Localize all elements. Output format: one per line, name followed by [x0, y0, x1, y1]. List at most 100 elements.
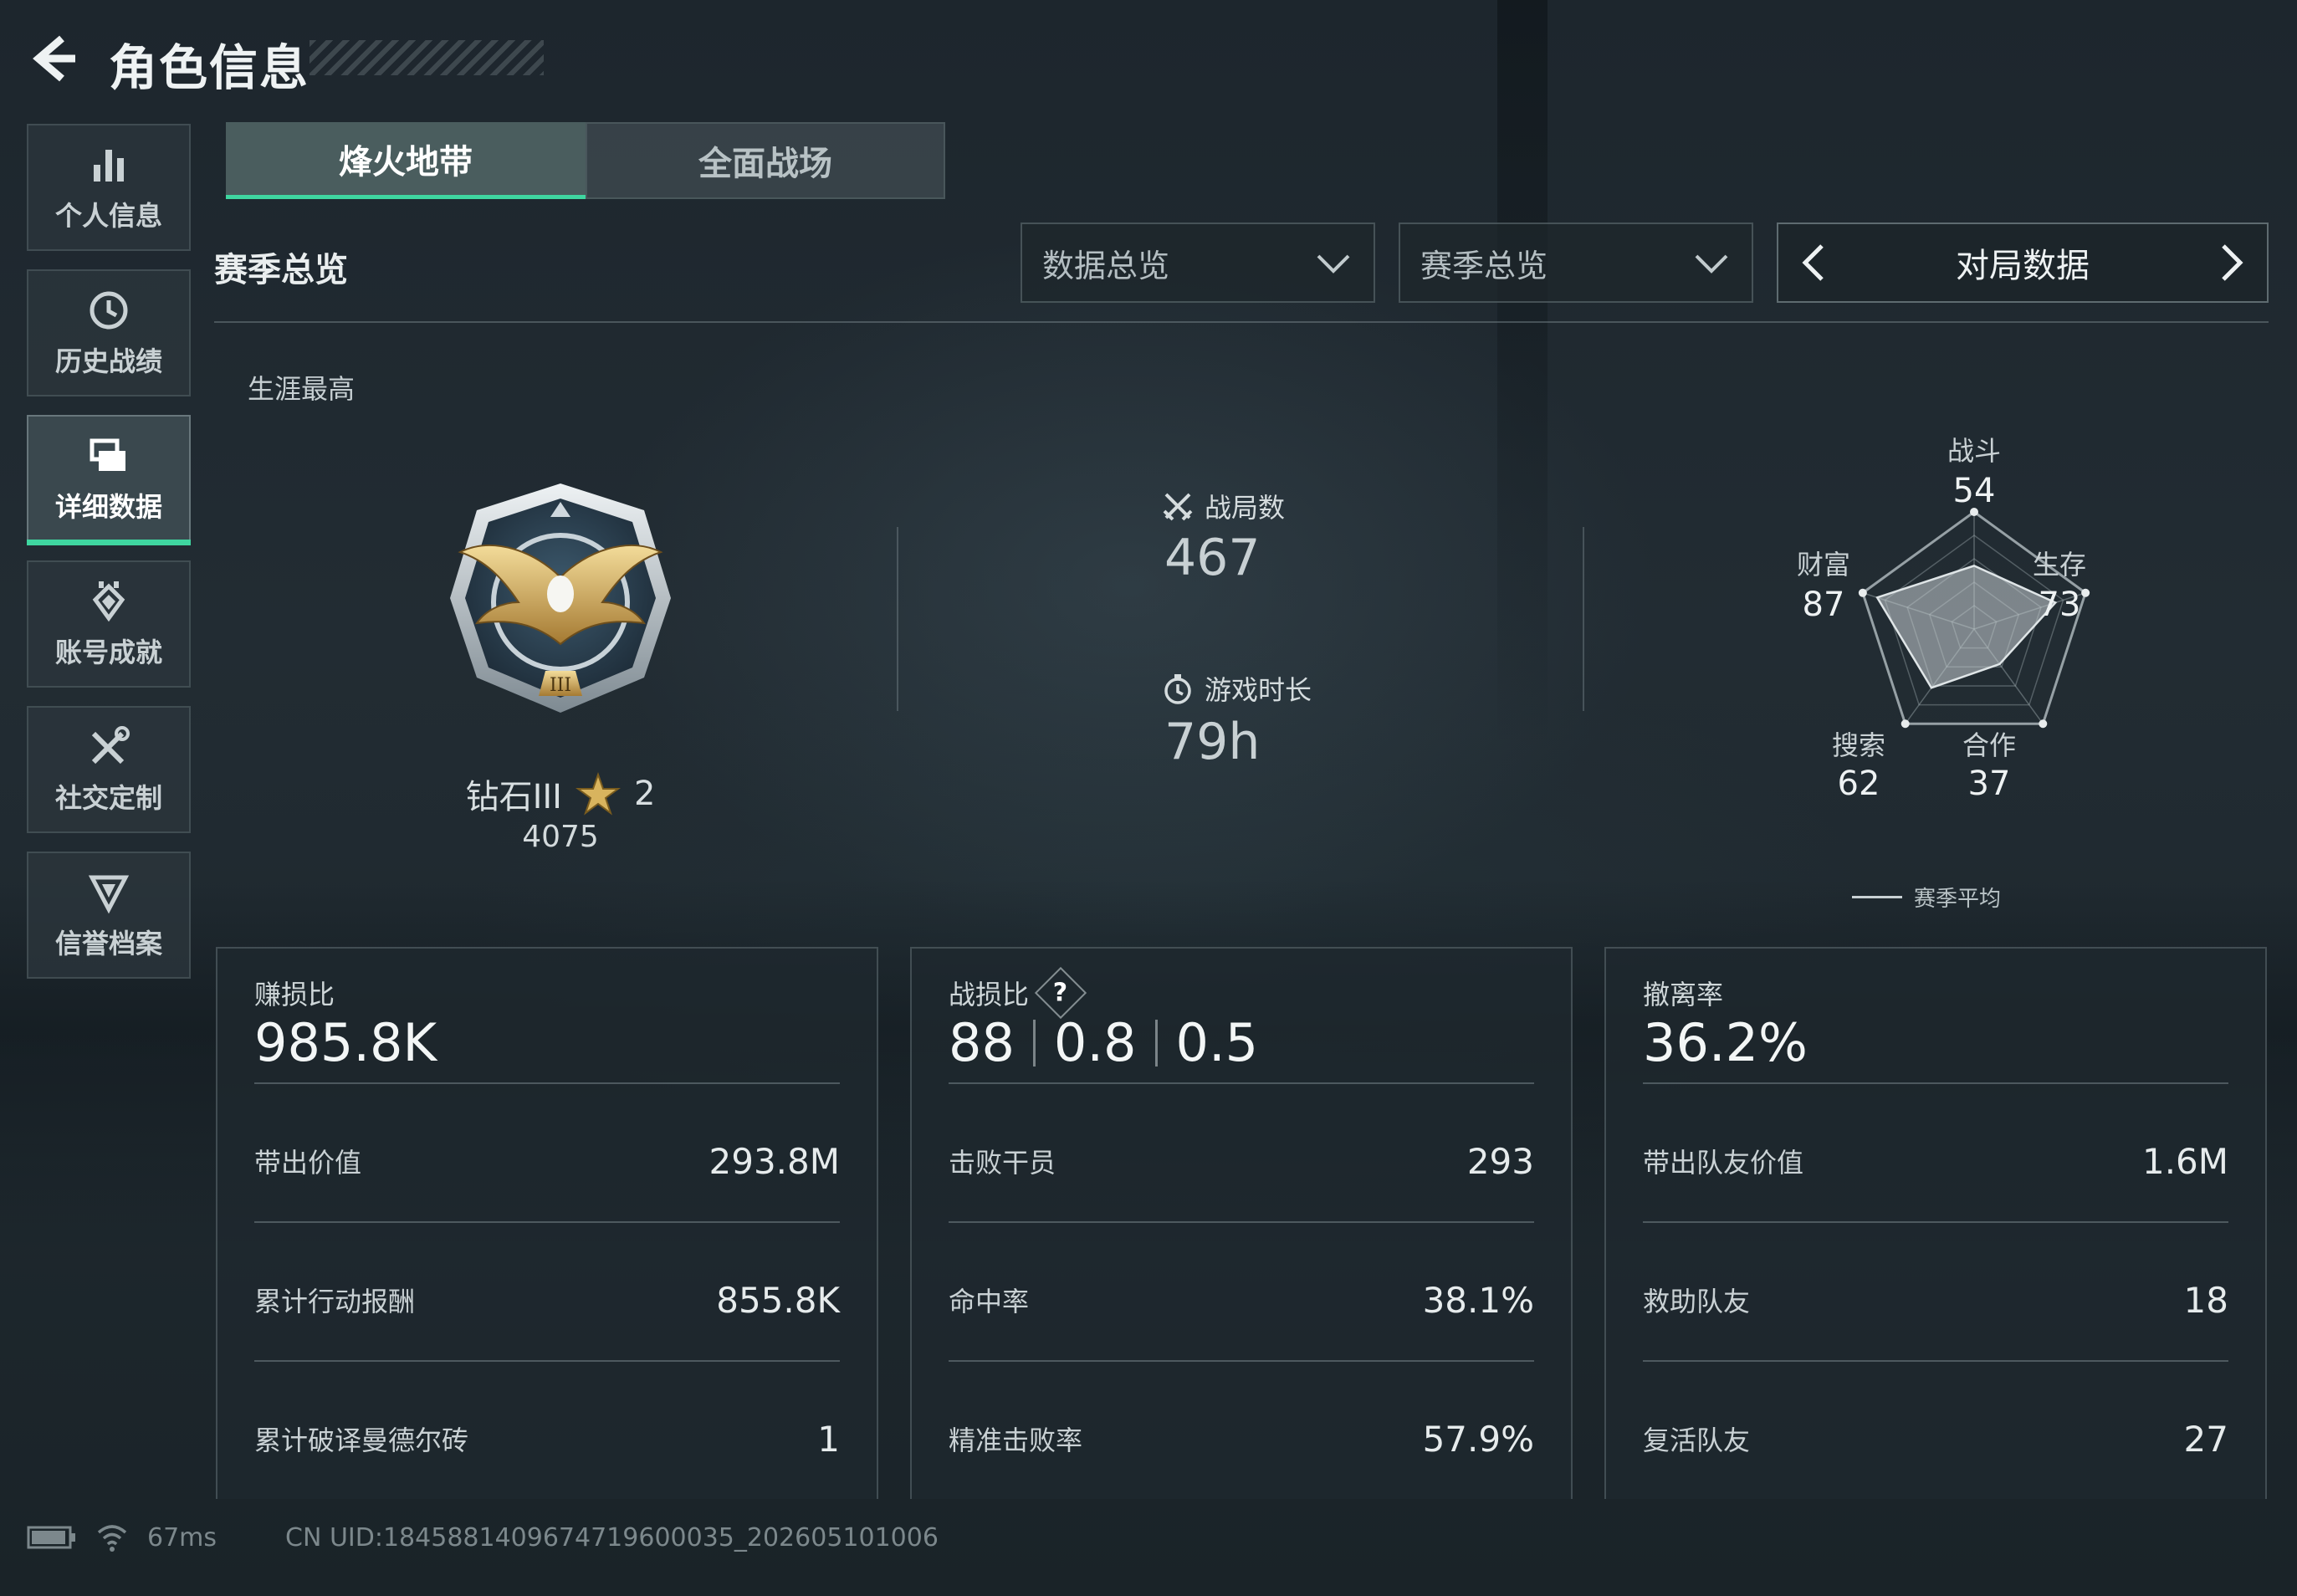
sidebar-item-achievements[interactable]: 账号成就 [27, 560, 191, 688]
sidebar-item-detail-data[interactable]: 详细数据 [27, 415, 191, 545]
legend-line [1852, 896, 1902, 898]
combat-value: 0.8 [1053, 1012, 1137, 1073]
chevron-left-icon[interactable] [1792, 239, 1839, 286]
stat-row: 击败干员 293 [949, 1136, 1534, 1186]
help-icon-text: ? [1053, 978, 1068, 1008]
wifi-icon [97, 1525, 127, 1552]
tab-full-battlefield[interactable]: 全面战场 [586, 122, 945, 199]
panel-divider [254, 1082, 840, 1084]
dropdown-value: 赛季总览 [1420, 247, 1548, 284]
stat-value: 18 [2183, 1279, 2228, 1321]
panel-divider [1643, 1360, 2228, 1362]
background-tower [1497, 0, 1548, 753]
stat-value: 27 [2183, 1418, 2228, 1460]
panel-divider [254, 1360, 840, 1362]
section-divider [214, 321, 2269, 323]
stat-key: 带出价值 [254, 1147, 362, 1179]
combat-ratio-values: 88 0.8 0.5 [949, 1012, 1258, 1073]
season-overview-dropdown[interactable]: 赛季总览 [1399, 223, 1753, 303]
radar-axis-label: 搜索 [1831, 729, 1885, 761]
stat-key: 累计行动报酬 [254, 1286, 416, 1317]
panel-label-text: 赚损比 [254, 979, 335, 1010]
radar-axis-value: 62 [1837, 765, 1880, 803]
stat-key: 命中率 [949, 1286, 1030, 1317]
pager-label: 对局数据 [1956, 247, 2090, 285]
section-title: 赛季总览 [214, 251, 348, 289]
title-decoration [310, 40, 544, 75]
value-separator [1154, 1019, 1158, 1067]
stat-value: 293.8M [709, 1140, 840, 1182]
extraction-rate-value: 36.2% [1643, 1012, 1808, 1073]
history-clock-icon [90, 291, 128, 330]
stat-row: 带出价值 293.8M [254, 1136, 840, 1186]
radar-axis-label: 财富 [1796, 549, 1850, 581]
stat-key: 救助队友 [1643, 1286, 1751, 1317]
playtime-value: 79h [1164, 713, 1261, 771]
profit-ratio-value: 985.8K [254, 1012, 437, 1073]
playtime-label: 游戏时长 [1205, 674, 1312, 706]
detail-data-icon [90, 438, 125, 471]
matches-label: 战局数 [1205, 492, 1286, 524]
stat-row: 精准击败率 57.9% [949, 1414, 1534, 1464]
sidebar-item-label: 账号成就 [54, 637, 162, 668]
stat-value: 855.8K [716, 1279, 840, 1321]
star-icon [575, 771, 621, 816]
stat-value: 1.6M [2141, 1140, 2228, 1182]
rank-name: 钻石III [465, 778, 562, 816]
radar-vertex-dot [2039, 719, 2048, 729]
panel-divider [254, 1221, 840, 1223]
playtime-header: 游戏时长 [1161, 669, 1312, 708]
panel-divider [1643, 1082, 2228, 1084]
match-data-pager: 对局数据 [1777, 223, 2269, 303]
sidebar-item-label: 历史战绩 [54, 345, 162, 377]
help-icon[interactable]: ? [1034, 966, 1087, 1020]
panel-divider [949, 1221, 1534, 1223]
stat-row: 带出队友价值 1.6M [1643, 1136, 2228, 1186]
profit-panel: 赚损比 985.8K 带出价值 293.8M 累计行动报酬 855.8K 累计破… [216, 947, 878, 1499]
rank-stars: 2 [633, 775, 656, 813]
sidebar-item-credit[interactable]: 信誉档案 [27, 852, 191, 979]
stat-key: 带出队友价值 [1643, 1147, 1804, 1179]
stat-value: 38.1% [1422, 1279, 1534, 1321]
panel-divider [949, 1082, 1534, 1084]
matches-value: 467 [1164, 529, 1261, 587]
combat-panel: 战损比 ? 88 0.8 0.5 击败干员 293 命中率 38.1% 精准击败… [910, 947, 1573, 1499]
bar-chart-icon [94, 150, 124, 182]
chevron-right-icon[interactable] [2207, 239, 2254, 286]
back-arrow-icon[interactable] [25, 32, 79, 85]
panel-divider [949, 1360, 1534, 1362]
rank-score: 4075 [522, 820, 599, 854]
career-best-label: 生涯最高 [248, 373, 356, 405]
ability-radar-chart: 战斗 54 生存 73 合作 37 搜索 62 财富 87 [1757, 418, 2192, 820]
panel-label-text: 撤离率 [1643, 979, 1724, 1010]
data-overview-dropdown[interactable]: 数据总览 [1021, 223, 1375, 303]
rank-info: 钻石III 2 [452, 770, 669, 818]
radar-axis-value: 37 [1967, 765, 2011, 803]
value-separator [1032, 1019, 1036, 1067]
profit-ratio-label: 赚损比 [254, 974, 335, 1012]
stat-row: 命中率 38.1% [949, 1275, 1534, 1325]
page-title: 角色信息 [109, 39, 310, 96]
extraction-panel: 撤离率 36.2% 带出队友价值 1.6M 救助队友 18 复活队友 27 [1604, 947, 2267, 1499]
sidebar-item-personal-info[interactable]: 个人信息 [27, 124, 191, 251]
tools-icon [91, 726, 130, 765]
stat-value: 57.9% [1422, 1418, 1534, 1460]
sidebar-item-label: 个人信息 [54, 200, 162, 232]
overview-divider [897, 527, 898, 711]
stat-row: 复活队友 27 [1643, 1414, 2228, 1464]
diamond-rank-emblem-icon: III [450, 483, 671, 713]
radar-axis-value: 73 [2038, 586, 2081, 624]
ping-value: 67ms [147, 1522, 217, 1553]
stat-key: 击败干员 [949, 1147, 1056, 1179]
achievement-icon [92, 581, 125, 622]
sidebar-item-label: 详细数据 [54, 491, 162, 523]
radar-axis-label: 战斗 [1947, 435, 2001, 467]
sidebar-item-social[interactable]: 社交定制 [27, 706, 191, 833]
sidebar-item-history[interactable]: 历史战绩 [27, 269, 191, 396]
overview-divider [1583, 527, 1584, 711]
chevron-down-icon [1317, 254, 1350, 274]
combat-value: 0.5 [1175, 1012, 1259, 1073]
tab-warzone[interactable]: 烽火地带 [226, 122, 586, 199]
stat-value: 293 [1466, 1140, 1534, 1182]
combat-ratio-label: 战损比 ? [949, 966, 1087, 1020]
